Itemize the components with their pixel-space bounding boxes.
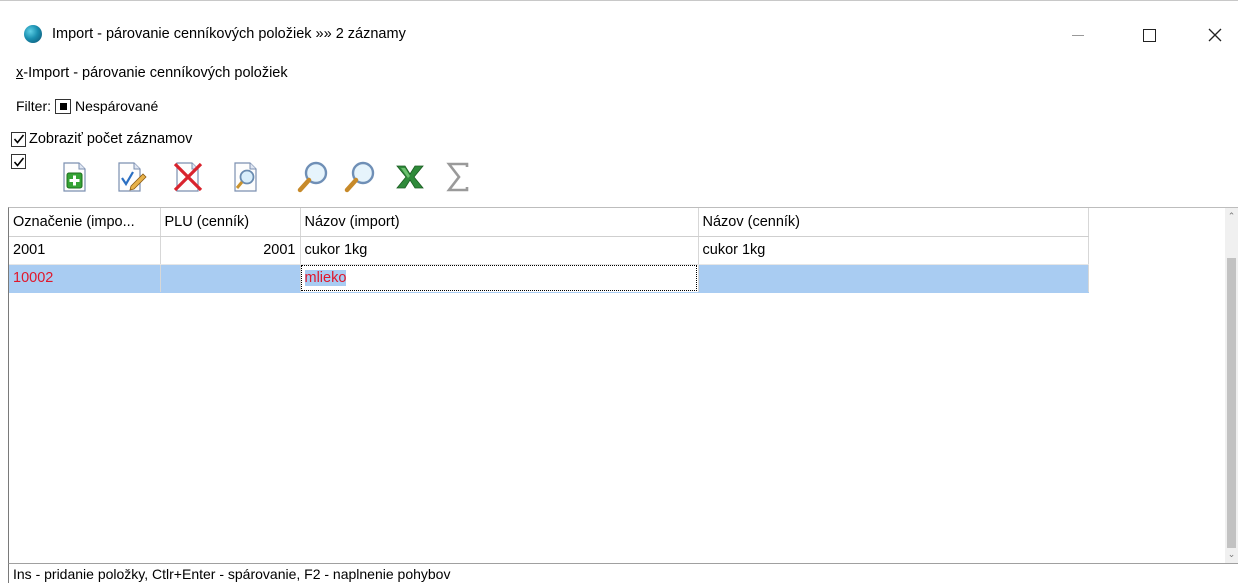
filter-indicator-icon bbox=[59, 102, 67, 110]
cell-name-pricelist[interactable] bbox=[698, 264, 1089, 293]
pair-button[interactable] bbox=[111, 158, 149, 196]
preview-button[interactable] bbox=[227, 158, 265, 196]
delete-button[interactable] bbox=[169, 158, 207, 196]
filter-value[interactable]: Nespárované bbox=[75, 98, 158, 114]
cell-plu[interactable]: 2001 bbox=[160, 236, 301, 265]
add-icon bbox=[63, 162, 86, 192]
show-count-option[interactable]: Zobraziť počet záznamov bbox=[11, 129, 192, 149]
module-menu-label[interactable]: x-Import - párovanie cenníkových položie… bbox=[16, 65, 288, 81]
maximize-icon bbox=[1142, 28, 1156, 42]
column-header-plu[interactable]: PLU (cenník) bbox=[160, 208, 301, 237]
grid-header-row: Označenie (impo... PLU (cenník) Názov (i… bbox=[9, 208, 1089, 237]
toolbar-separator bbox=[279, 156, 280, 196]
sum-icon bbox=[446, 162, 469, 192]
scroll-up-icon[interactable]: ⌃ bbox=[1227, 212, 1236, 221]
column-header-name-import[interactable]: Názov (import) bbox=[300, 208, 699, 237]
minimize-icon bbox=[1072, 34, 1084, 36]
search-button[interactable] bbox=[294, 158, 332, 196]
window-top-border bbox=[0, 0, 1238, 1]
status-bar: Ins - pridanie položky, Ctlr+Enter - spá… bbox=[8, 563, 1238, 583]
table-row-selected[interactable]: 10002 mlieko bbox=[9, 264, 1089, 293]
search-next-button[interactable] bbox=[341, 158, 379, 196]
search-icon bbox=[297, 161, 328, 193]
toolbar bbox=[11, 152, 611, 204]
menu-label-rest: -Import - párovanie cenníkových položiek bbox=[23, 65, 288, 81]
cell-code[interactable]: 2001 bbox=[9, 236, 161, 265]
excel-export-button[interactable] bbox=[391, 158, 429, 196]
globe-icon bbox=[24, 25, 42, 43]
preview-icon bbox=[234, 162, 257, 192]
delete-icon bbox=[173, 162, 203, 192]
filter-bar: Filter: Nespárované bbox=[16, 96, 158, 116]
close-button[interactable] bbox=[1192, 12, 1238, 58]
column-header-code[interactable]: Označenie (impo... bbox=[9, 208, 161, 237]
window-title: Import - párovanie cenníkových položiek … bbox=[52, 26, 406, 42]
vertical-scrollbar[interactable]: ⌃ ⌄ bbox=[1225, 208, 1238, 563]
add-button[interactable] bbox=[55, 158, 93, 196]
status-text: Ins - pridanie položky, Ctlr+Enter - spá… bbox=[13, 566, 451, 582]
module-menu[interactable]: x-Import - párovanie cenníkových položie… bbox=[0, 62, 1238, 86]
scroll-down-icon[interactable]: ⌄ bbox=[1227, 550, 1236, 559]
cell-name-import[interactable]: cukor 1kg bbox=[300, 236, 699, 265]
close-icon bbox=[1208, 28, 1222, 42]
excel-icon bbox=[396, 165, 424, 189]
table-row[interactable]: 2001 2001 cukor 1kg cukor 1kg bbox=[9, 236, 1089, 265]
filter-label: Filter: bbox=[16, 98, 51, 114]
sum-button[interactable] bbox=[439, 158, 477, 196]
select-all-checkbox[interactable] bbox=[11, 154, 26, 169]
column-header-name-pricelist[interactable]: Názov (cenník) bbox=[698, 208, 1089, 237]
focused-cell-text: mlieko bbox=[304, 270, 347, 286]
cell-code[interactable]: 10002 bbox=[9, 264, 161, 293]
search-next-icon bbox=[344, 161, 375, 193]
grid-table: Označenie (impo... PLU (cenník) Názov (i… bbox=[9, 208, 1089, 293]
filter-toggle[interactable] bbox=[55, 98, 71, 114]
scrollbar-thumb[interactable] bbox=[1227, 258, 1236, 548]
title-bar[interactable]: Import - párovanie cenníkových položiek … bbox=[0, 0, 1238, 62]
maximize-button[interactable] bbox=[1126, 12, 1172, 58]
checkmark-icon bbox=[13, 157, 24, 167]
cell-name-import-focused[interactable]: mlieko bbox=[300, 264, 699, 293]
data-grid[interactable]: Označenie (impo... PLU (cenník) Názov (i… bbox=[8, 207, 1238, 563]
edit-icon bbox=[118, 162, 147, 192]
cell-name-pricelist[interactable]: cukor 1kg bbox=[698, 236, 1089, 265]
minimize-button[interactable] bbox=[1055, 12, 1101, 58]
cell-plu[interactable] bbox=[160, 264, 301, 293]
show-count-label: Zobraziť počet záznamov bbox=[29, 131, 193, 147]
show-count-checkbox[interactable] bbox=[11, 131, 26, 147]
checkmark-icon bbox=[13, 134, 24, 144]
toolbar-separator bbox=[35, 156, 36, 196]
